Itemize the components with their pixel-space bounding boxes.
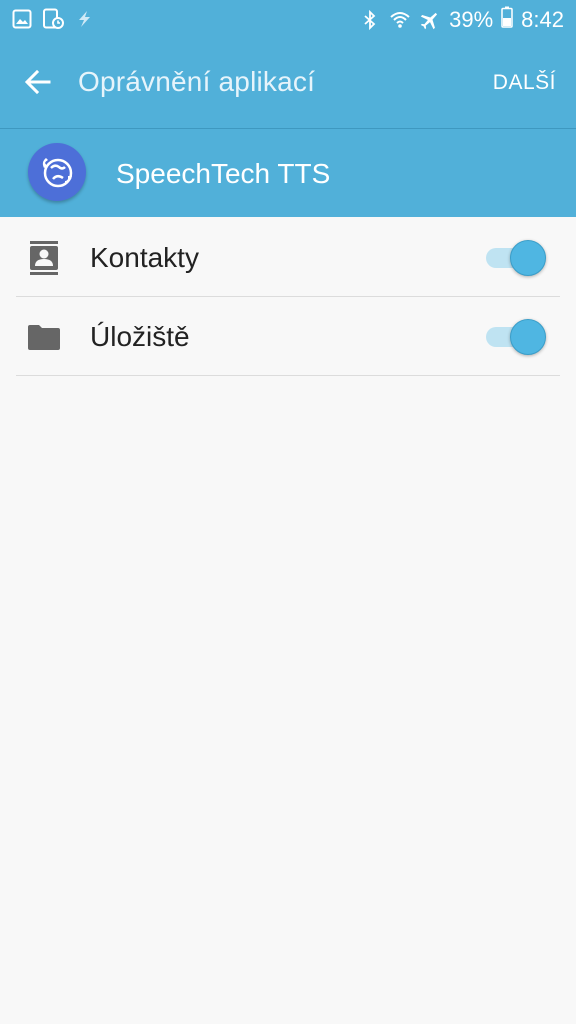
app-name: SpeechTech TTS xyxy=(116,158,331,189)
status-right-icons: 39% 8:42 xyxy=(359,6,564,34)
permission-label: Kontakty xyxy=(90,242,199,273)
permission-label: Úložiště xyxy=(90,321,190,352)
app-header: SpeechTech TTS xyxy=(0,129,576,217)
contacts-icon xyxy=(26,240,62,276)
screenshot-icon xyxy=(42,8,64,35)
back-button[interactable] xyxy=(16,62,60,106)
contacts-toggle[interactable] xyxy=(486,240,548,276)
status-left-icons xyxy=(12,8,94,35)
storage-toggle[interactable] xyxy=(486,319,548,355)
folder-icon xyxy=(26,319,62,355)
toggle-thumb xyxy=(510,319,546,355)
row-divider xyxy=(16,375,560,376)
airplane-icon xyxy=(419,9,441,31)
battery-icon xyxy=(501,6,513,34)
charging-bolt-icon xyxy=(74,9,94,34)
app-bar: Oprávnění aplikací DALŠÍ xyxy=(0,40,576,128)
globe-phone-icon xyxy=(42,158,73,188)
bluetooth-icon xyxy=(359,9,381,31)
battery-percent: 39% xyxy=(449,7,494,32)
page-title: Oprávnění aplikací xyxy=(78,66,316,97)
permission-list: Kontakty Úložiště xyxy=(0,218,576,376)
arrow-left-icon xyxy=(23,67,53,102)
permission-row-storage[interactable]: Úložiště xyxy=(0,297,576,376)
next-button[interactable]: DALŠÍ xyxy=(493,71,556,95)
permission-row-contacts[interactable]: Kontakty xyxy=(0,218,576,297)
status-time: 8:42 xyxy=(521,7,564,32)
wifi-icon xyxy=(389,9,411,31)
status-bar: 39% 8:42 xyxy=(0,0,576,40)
gallery-icon xyxy=(12,9,32,34)
app-icon xyxy=(28,143,86,201)
toggle-thumb xyxy=(510,240,546,276)
